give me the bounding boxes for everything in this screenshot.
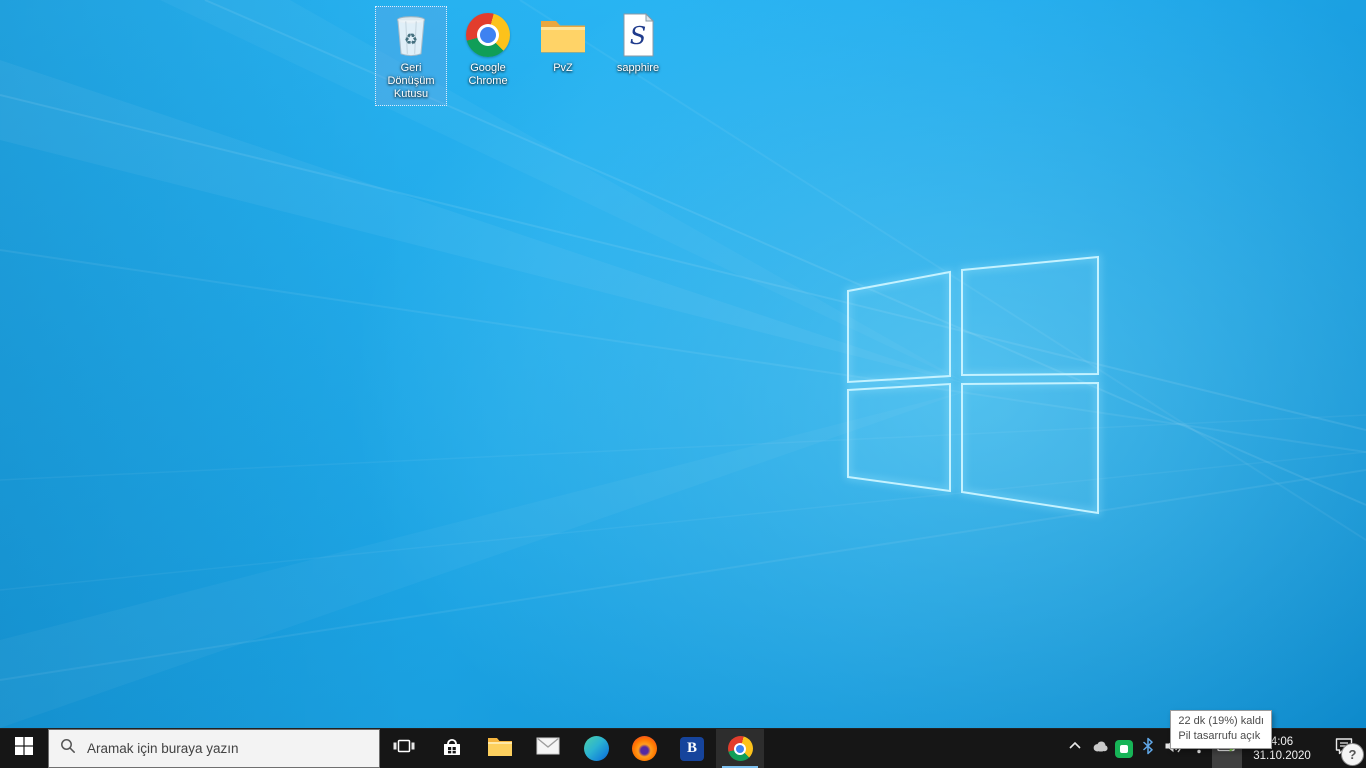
taskbar-app-microsoft-store[interactable]	[428, 729, 476, 768]
svg-text:S: S	[630, 22, 646, 50]
letter-b-app-icon: B	[680, 736, 704, 761]
mail-envelope-icon	[536, 737, 560, 760]
chrome-logo-icon	[464, 11, 512, 59]
desktop-icon-sapphire[interactable]: S sapphire	[602, 6, 674, 98]
desktop-icon-label: PvZ	[553, 62, 573, 74]
chrome-browser-icon	[727, 736, 753, 761]
folder-icon	[539, 11, 587, 59]
help-bubble[interactable]: ?	[1341, 743, 1364, 766]
green-app-icon	[1115, 739, 1133, 758]
file-explorer-icon	[487, 735, 513, 762]
task-view-button[interactable]	[380, 729, 428, 768]
document-s-icon: S	[614, 11, 662, 59]
desktop-icon-recycle-bin[interactable]: ♻ Geri Dönüşüm Kutusu	[375, 6, 447, 106]
firefox-browser-icon	[631, 736, 657, 761]
svg-text:♻: ♻	[404, 31, 418, 48]
edge-browser-icon	[583, 736, 609, 761]
battery-tooltip: 22 dk (19%) kaldı Pil tasarrufu açık	[1170, 710, 1272, 749]
desktop-icon-label: Geri Dönüşüm Kutusu	[387, 62, 435, 100]
desktop-icon-label: Google Chrome	[468, 62, 508, 87]
taskbar-app-chrome[interactable]	[716, 729, 764, 768]
recycle-bin-icon: ♻	[387, 11, 435, 59]
task-view-icon	[393, 735, 415, 762]
battery-tooltip-line1: 22 dk (19%) kaldı	[1178, 715, 1264, 727]
windows-logo-glow	[845, 254, 1101, 516]
clock-time: 4:06	[1270, 735, 1294, 748]
battery-tooltip-line2: Pil tasarrufu açık	[1178, 730, 1261, 742]
taskbar-app-firefox[interactable]	[620, 729, 668, 768]
microsoft-store-icon	[440, 734, 464, 763]
clock-date: 31.10.2020	[1253, 749, 1311, 762]
search-icon	[60, 738, 76, 759]
tray-green-app-button[interactable]	[1112, 729, 1136, 768]
wallpaper-light-rays	[0, 0, 1366, 728]
search-input[interactable]	[85, 740, 368, 757]
chevron-up-icon	[1067, 738, 1083, 759]
start-button[interactable]	[0, 729, 48, 768]
windows-logo-icon	[15, 737, 33, 760]
taskbar-app-mail[interactable]	[524, 729, 572, 768]
wallpaper: ♻ Geri Dönüşüm Kutusu Google Chrome PvZ	[0, 0, 1366, 728]
windows-desktop-screen: ♻ Geri Dönüşüm Kutusu Google Chrome PvZ	[0, 0, 1366, 768]
bluetooth-icon	[1139, 737, 1157, 760]
desktop-icon-label: sapphire	[616, 62, 660, 74]
taskbar-app-file-explorer[interactable]	[476, 729, 524, 768]
taskbar-search-box[interactable]	[48, 729, 380, 768]
tray-cloud-button[interactable]	[1088, 729, 1112, 768]
cloud-icon	[1090, 736, 1110, 761]
desktop-icon-google-chrome[interactable]: Google Chrome	[452, 6, 524, 98]
tray-bluetooth-button[interactable]	[1136, 729, 1160, 768]
show-hidden-icons-button[interactable]	[1062, 729, 1088, 768]
taskbar-app-edge[interactable]	[572, 729, 620, 768]
desktop-icon-pvz-folder[interactable]: PvZ	[527, 6, 599, 98]
help-bubble-label: ?	[1348, 747, 1357, 762]
windows-logo	[847, 255, 1099, 515]
taskbar-app-letter-b[interactable]: B	[668, 729, 716, 768]
taskbar: B	[0, 728, 1366, 768]
